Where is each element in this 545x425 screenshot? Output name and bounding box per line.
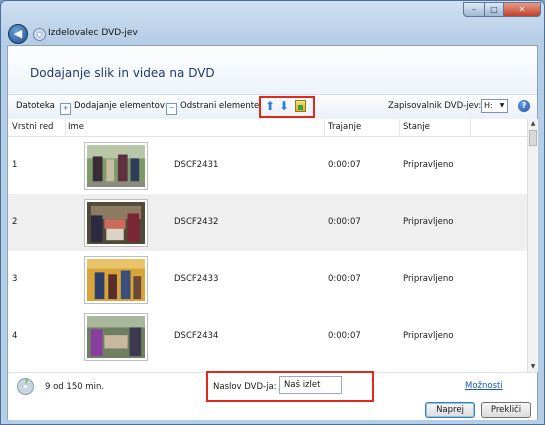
item-name: DSCF2431 [174, 160, 219, 170]
column-order[interactable]: Vrstni red [12, 122, 53, 132]
vertical-scrollbar[interactable]: ▲ ▼ [527, 119, 538, 372]
list-item[interactable]: 4 DSCF2434 0:00:07 Pripravljeno [8, 308, 527, 365]
title-bar: ◀ Izdelovalec DVD-jev – □ ✕ [1, 1, 544, 45]
help-icon[interactable]: ? [518, 100, 530, 112]
photo-image [87, 316, 145, 358]
item-status: Pripravljeno [403, 274, 454, 284]
dvd-disc-icon [33, 28, 46, 41]
dvd-maker-window: ◀ Izdelovalec DVD-jev – □ ✕ Dodajanje sl… [0, 0, 545, 425]
item-duration: 0:00:07 [328, 331, 361, 341]
list-item[interactable]: 1 DSCF2431 0:00:07 Pripravljeno [8, 137, 527, 194]
list-item[interactable]: 3 DSCF2433 0:00:07 Pripravljeno [8, 251, 527, 308]
photo-image [87, 202, 145, 244]
toolbar: Datoteka + Dodajanje elementov − Odstrani … [8, 94, 537, 120]
item-name: DSCF2434 [174, 331, 219, 341]
minimize-button[interactable]: – [463, 2, 485, 17]
window-title: Izdelovalec DVD-jev [48, 28, 138, 38]
close-button[interactable]: ✕ [503, 2, 541, 17]
photo-image [87, 259, 145, 301]
list-item[interactable]: 2 DSCF2432 0:00:07 Pripravljeno [8, 194, 527, 251]
item-list: 1 DSCF2431 0:00:07 Pripravljeno 2 DSCF24… [8, 137, 527, 372]
burner-label: Zapisovalnik DVD-jev: [388, 101, 482, 111]
page-title: Dodajanje slik in videa na DVD [30, 66, 215, 80]
footer: 9 od 150 min. Naslov DVD-ja: Naš izlet M… [8, 371, 537, 420]
arrow-down-icon[interactable]: ⬇ [279, 100, 289, 113]
disc-usage-icon [17, 378, 34, 395]
item-duration: 0:00:07 [328, 160, 361, 170]
item-status: Pripravljeno [403, 160, 454, 170]
scrollbar-thumb[interactable] [529, 130, 537, 146]
remove-items-button[interactable]: − Odstrani elemente [166, 101, 259, 115]
back-arrow-icon[interactable]: ◀ [8, 24, 28, 44]
page-header: Dodajanje slik in videa na DVD [8, 46, 537, 94]
picture-add-icon[interactable] [295, 100, 306, 112]
item-order: 2 [12, 217, 18, 227]
item-duration: 0:00:07 [328, 274, 361, 284]
chevron-down-icon: ▼ [499, 102, 505, 109]
file-menu[interactable]: Datoteka [16, 101, 55, 111]
column-name[interactable]: Ime [68, 122, 84, 132]
photo-thumbnail [84, 313, 148, 361]
next-button[interactable]: Naprej [425, 402, 475, 418]
item-order: 4 [12, 331, 18, 341]
add-items-label: Dodajanje elementov [74, 101, 165, 111]
burner-value: H: [484, 101, 493, 110]
scroll-down-icon[interactable]: ▼ [528, 362, 538, 372]
item-order: 3 [12, 274, 18, 284]
photo-image [87, 145, 145, 187]
options-link[interactable]: Možnosti [465, 381, 503, 391]
item-name: DSCF2433 [174, 274, 219, 284]
column-status[interactable]: Stanje [403, 122, 430, 132]
column-header: Vrstni red Ime Trajanje Stanje [8, 119, 527, 137]
cancel-button[interactable]: Prekliči [481, 402, 531, 418]
item-duration: 0:00:07 [328, 217, 361, 227]
dvd-title-input[interactable]: Naš izlet [279, 376, 342, 394]
item-order: 1 [12, 160, 18, 170]
scroll-up-icon[interactable]: ▲ [528, 119, 538, 129]
photo-thumbnail [84, 256, 148, 304]
column-divider[interactable] [399, 119, 400, 136]
column-divider[interactable] [470, 119, 471, 136]
maximize-button[interactable]: □ [484, 2, 504, 17]
add-items-button[interactable]: + Dodajanje elementov [60, 101, 165, 115]
main-panel: Dodajanje slik in videa na DVD Datoteka … [7, 45, 538, 420]
column-divider[interactable] [65, 119, 66, 136]
item-status: Pripravljeno [403, 331, 454, 341]
disc-usage-text: 9 od 150 min. [45, 382, 105, 392]
burner-select[interactable]: H: ▼ [481, 99, 508, 113]
arrow-up-icon[interactable]: ⬆ [265, 100, 275, 113]
photo-thumbnail [84, 199, 148, 247]
item-name: DSCF2432 [174, 217, 219, 227]
remove-items-label: Odstrani elemente [180, 101, 260, 111]
photo-thumbnail [84, 142, 148, 190]
column-divider[interactable] [324, 119, 325, 136]
add-items-icon: + [60, 103, 71, 115]
dvd-title-label: Naslov DVD-ja: [213, 382, 277, 392]
column-duration[interactable]: Trajanje [328, 122, 361, 132]
remove-items-icon: − [166, 103, 177, 115]
item-status: Pripravljeno [403, 217, 454, 227]
